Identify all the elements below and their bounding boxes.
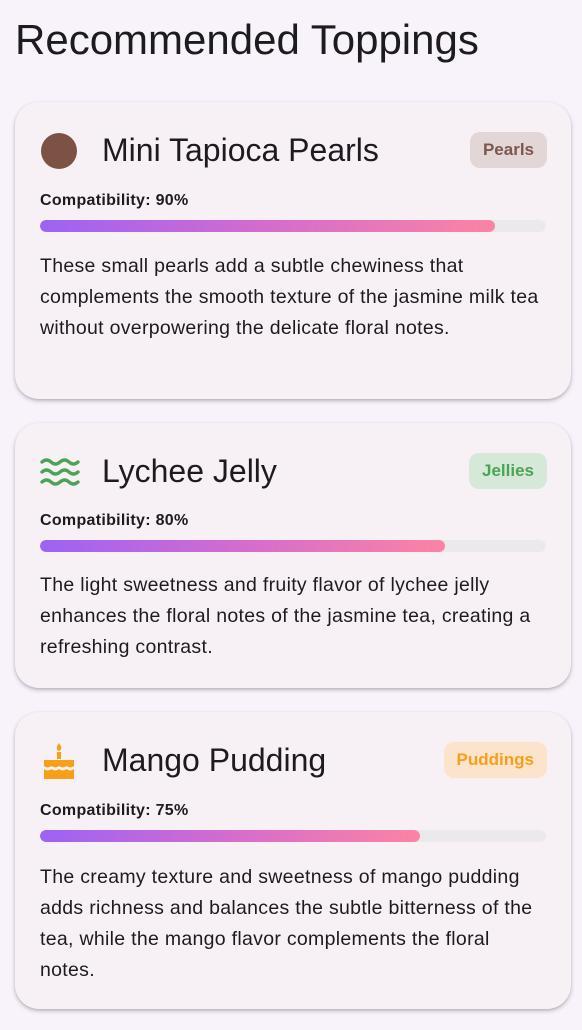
topping-card-lychee-jelly[interactable]: Lychee Jelly Jellies Compatibility: 80% …	[15, 423, 571, 688]
card-header: Lychee Jelly Jellies	[40, 451, 547, 491]
page-title: Recommended Toppings	[15, 16, 479, 63]
waves-icon	[40, 453, 80, 493]
cake-icon	[40, 742, 80, 782]
compatibility-bar-fill	[40, 540, 445, 552]
compatibility-bar	[40, 830, 546, 842]
topping-card-mini-tapioca-pearls[interactable]: Mini Tapioca Pearls Pearls Compatibility…	[15, 102, 571, 399]
card-header: Mini Tapioca Pearls Pearls	[40, 130, 547, 170]
compatibility-bar-fill	[40, 220, 496, 232]
compatibility-label: Compatibility: 80%	[40, 512, 189, 529]
card-title: Mango Pudding	[102, 742, 327, 778]
compatibility-bar-fill	[40, 830, 420, 842]
category-chip: Puddings	[443, 742, 547, 778]
card-title: Mini Tapioca Pearls	[102, 132, 379, 168]
category-chip: Pearls	[469, 132, 547, 168]
compatibility-bar	[40, 220, 546, 232]
compatibility-label: Compatibility: 90%	[40, 192, 189, 209]
pearl-icon	[40, 132, 80, 172]
card-description: The light sweetness and fruity flavor of…	[40, 574, 531, 658]
compatibility-bar	[40, 540, 546, 552]
compatibility-label: Compatibility: 75%	[40, 802, 189, 819]
card-title: Lychee Jelly	[102, 453, 277, 489]
card-description: These small pearls add a subtle chewines…	[40, 255, 539, 339]
card-header: Mango Pudding Puddings	[40, 740, 547, 780]
category-chip: Jellies	[469, 453, 547, 489]
card-description: The creamy texture and sweetness of mang…	[40, 866, 533, 981]
topping-card-mango-pudding[interactable]: Mango Pudding Puddings Compatibility: 75…	[15, 712, 571, 1009]
